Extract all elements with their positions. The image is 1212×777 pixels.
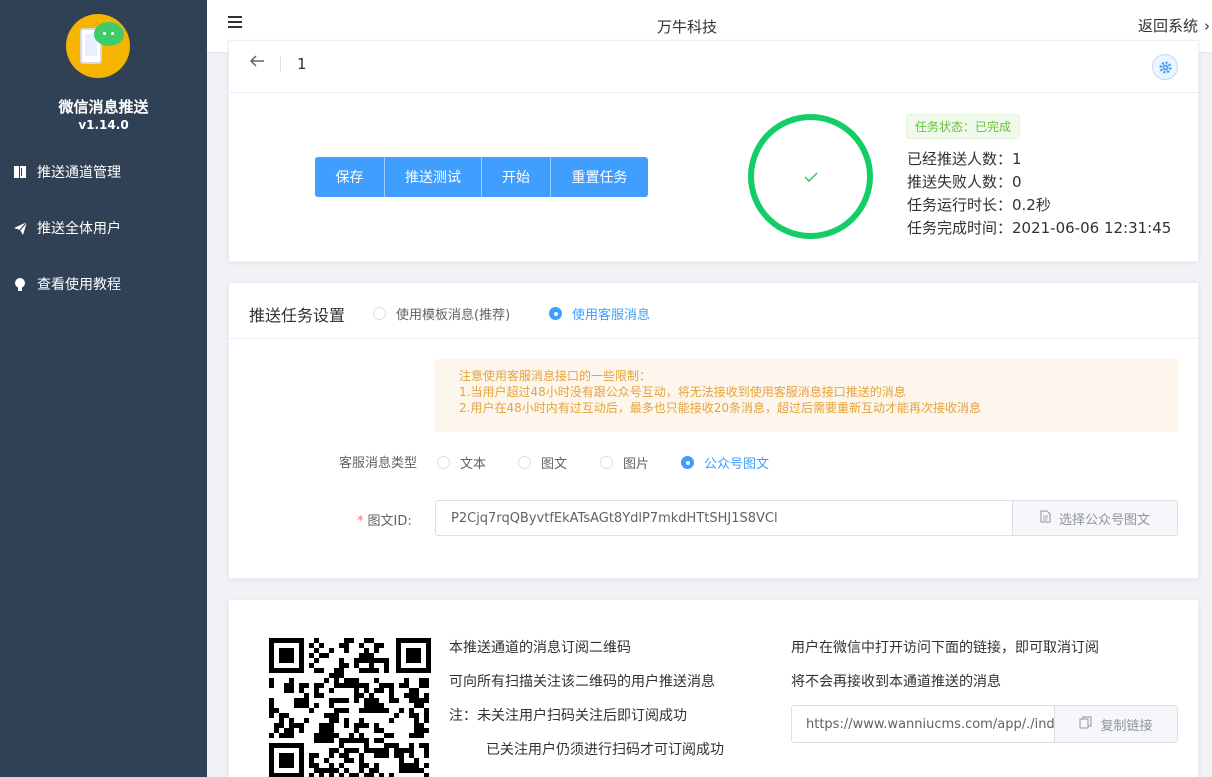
news-id-label-text: 图文ID:: [367, 514, 412, 529]
notice-line: 2.用户在48小时内有过互动后，最多也只能接收20条消息，超过后需要重新互动才能…: [459, 401, 981, 415]
settings-card-header: 推送任务设置 使用模板消息(推荐) 使用客服消息: [229, 283, 1198, 339]
radio-label: 使用模板消息(推荐): [396, 308, 511, 323]
copy-link-button[interactable]: 复制链接: [1055, 705, 1178, 743]
task-button-group: 保存 推送测试 开始 重置任务: [315, 157, 648, 197]
news-id-input[interactable]: P2Cjq7rqQByvtfEkATsAGt8YdlP7mkdHTtSHJ1S8…: [435, 500, 1013, 536]
task-card-toolbar: 1: [229, 41, 1198, 93]
document-icon: [1040, 510, 1051, 527]
app-version: v1.14.0: [78, 118, 129, 132]
radio-dot: [681, 456, 694, 469]
select-mp-news-button[interactable]: 选择公众号图文: [1013, 500, 1178, 536]
stat-finished-time: 任务完成时间：2021-06-06 12:31:45: [907, 219, 1172, 237]
radio-label: 文本: [460, 457, 487, 472]
unsubscribe-title: 用户在微信中打开访问下面的链接，即可取消订阅: [791, 640, 1099, 656]
copy-link-label: 复制链接: [1100, 718, 1153, 734]
back-arrow-icon[interactable]: [249, 53, 265, 73]
radio-msg-text[interactable]: 文本: [437, 453, 486, 472]
push-test-button[interactable]: 推送测试: [385, 157, 482, 197]
divider: [280, 56, 281, 72]
required-mark: *: [357, 514, 364, 529]
check-icon: [804, 172, 817, 182]
qr-description: 可向所有扫描关注该二维码的用户推送消息: [449, 674, 715, 690]
app-logo: [66, 14, 130, 78]
news-id-input-group: P2Cjq7rqQByvtfEkATsAGt8YdlP7mkdHTtSHJ1S8…: [435, 500, 1178, 536]
msg-type-label: 客服消息类型: [339, 456, 418, 471]
sidebar: 微信消息推送 v1.14.0 推送通道管理 推送全体用户 查看使用教程: [0, 0, 207, 777]
radio-label: 图片: [623, 457, 650, 472]
radio-dot: [549, 307, 562, 320]
sidebar-item-label: 查看使用教程: [37, 277, 121, 293]
app-name: 微信消息推送: [58, 98, 149, 116]
radio-msg-image[interactable]: 图片: [600, 453, 649, 472]
radio-label: 公众号图文: [704, 457, 770, 472]
qr-title: 本推送通道的消息订阅二维码: [449, 640, 631, 656]
reset-task-button[interactable]: 重置任务: [551, 157, 648, 197]
radio-dot: [437, 456, 450, 469]
qr-code-image: [269, 638, 431, 777]
stat-failed: 推送失败人数：0: [907, 173, 1022, 191]
stat-pushed: 已经推送人数：1: [907, 150, 1022, 168]
settings-button[interactable]: [1152, 54, 1178, 80]
qr-note-1: 注：未关注用户扫码关注后即订阅成功: [449, 708, 687, 724]
stat-duration: 任务运行时长：0.2秒: [907, 196, 1051, 214]
task-card: 1 保存 推送测试 开始 重置任务 任务状态：已完成 已经推送人数：1 推送失败…: [228, 40, 1199, 262]
status-badge: 任务状态：已完成: [906, 114, 1021, 139]
notice-line: 注意使用客服消息接口的一些限制：: [459, 369, 652, 383]
notice-box: 注意使用客服消息接口的一些限制： 1.当用户超过48小时没有跟公众号互动，将无法…: [435, 359, 1178, 432]
back-to-system-link[interactable]: 返回系统 ›: [1138, 15, 1210, 36]
sidebar-item-tutorial[interactable]: 查看使用教程: [0, 264, 207, 304]
start-button[interactable]: 开始: [482, 157, 551, 197]
unsubscribe-link-group: https://www.wanniucms.com/app/./index 复制…: [791, 705, 1178, 743]
news-id-label: * 图文ID:: [357, 510, 412, 529]
notice-line: 1.当用户超过48小时没有跟公众号互动，将无法接收到使用客服消息接口推送的消息: [459, 385, 906, 399]
book-icon: [12, 164, 28, 180]
progress-circle: [748, 114, 873, 239]
bulb-icon: [12, 276, 28, 292]
subscribe-card: 本推送通道的消息订阅二维码 可向所有扫描关注该二维码的用户推送消息 注：未关注用…: [228, 599, 1199, 777]
radio-customer-message[interactable]: 使用客服消息: [549, 304, 650, 323]
radio-label: 使用客服消息: [572, 308, 651, 323]
radio-dot: [600, 456, 613, 469]
back-to-system-label: 返回系统: [1137, 17, 1198, 35]
header-title: 万牛科技: [656, 18, 717, 36]
radio-msg-mp-news[interactable]: 公众号图文: [681, 453, 769, 472]
send-icon: [12, 220, 28, 236]
radio-msg-news[interactable]: 图文: [518, 453, 567, 472]
settings-card: 推送任务设置 使用模板消息(推荐) 使用客服消息 注意使用客服消息接口的一些限制…: [228, 282, 1199, 579]
gear-icon: [1158, 60, 1172, 74]
sidebar-item-channel-manage[interactable]: 推送通道管理: [0, 152, 207, 192]
sidebar-item-label: 推送全体用户: [37, 221, 121, 237]
radio-dot: [518, 456, 531, 469]
qr-note-2: 已关注用户仍须进行扫码才可订阅成功: [486, 742, 724, 758]
chat-bubble-icon: [94, 22, 124, 46]
save-button[interactable]: 保存: [315, 157, 385, 197]
unsubscribe-link-input[interactable]: https://www.wanniucms.com/app/./index: [791, 705, 1055, 743]
sidebar-item-push-all[interactable]: 推送全体用户: [0, 208, 207, 248]
sidebar-item-label: 推送通道管理: [37, 165, 121, 181]
page-number: 1: [297, 55, 307, 73]
radio-label: 图文: [541, 457, 568, 472]
copy-icon: [1079, 716, 1092, 733]
select-mp-news-label: 选择公众号图文: [1058, 512, 1150, 528]
chevron-right-icon: ›: [1204, 16, 1210, 35]
settings-title: 推送任务设置: [249, 306, 346, 325]
unsubscribe-desc: 将不会再接收到本通道推送的消息: [791, 674, 1001, 690]
radio-template-message[interactable]: 使用模板消息(推荐): [373, 304, 510, 323]
radio-dot: [373, 307, 386, 320]
